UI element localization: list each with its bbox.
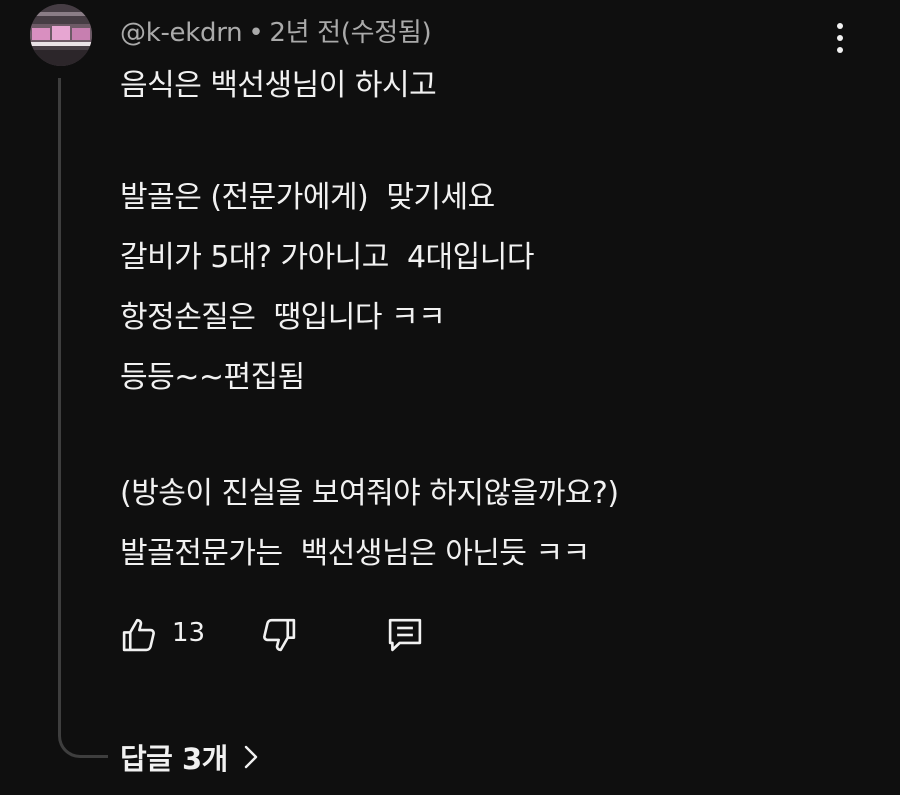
comment-line: 갈비가 5대? 가아니고 4대입니다	[120, 240, 534, 275]
comment-line: 발골전문가는 백선생님은 아닌듯 ㅋㅋ	[120, 536, 590, 571]
comment-line: 음식은 백선생님이 하시고	[120, 68, 437, 103]
avatar[interactable]	[30, 4, 92, 66]
thumb-down-icon	[263, 618, 296, 652]
comment-line: (방송이 진실을 보여줘야 하지않을까요?)	[120, 476, 619, 511]
thread-line	[58, 78, 108, 758]
like-count: 13	[172, 618, 206, 648]
more-vert-icon	[837, 47, 843, 53]
comment-line: 등등~~편집됨	[120, 360, 305, 395]
author-handle[interactable]: @k-ekdrn	[120, 18, 243, 48]
more-vert-icon	[837, 23, 843, 29]
comment-header: @k-ekdrn • 2년 전(수정됨)	[120, 12, 432, 49]
chevron-right-icon	[244, 745, 258, 769]
avatar-image	[30, 4, 92, 66]
like-button[interactable]	[118, 614, 160, 656]
view-replies-button[interactable]: 답글 3개	[120, 736, 262, 778]
replies-label: 답글 3개	[120, 742, 228, 776]
thumb-up-icon	[122, 618, 155, 652]
more-vert-icon	[837, 35, 843, 41]
reply-button[interactable]	[384, 614, 426, 656]
comment-line: 항정손질은 땡입니다 ㅋㅋ	[120, 300, 446, 335]
comment-reply-icon	[388, 618, 422, 652]
header-separator: •	[248, 18, 264, 48]
comment-time[interactable]: 2년 전(수정됨)	[269, 18, 431, 48]
comment-line: 발골은 (전문가에게) 맞기세요	[120, 180, 495, 215]
dislike-button[interactable]	[258, 614, 300, 656]
more-options-button[interactable]	[820, 12, 860, 64]
